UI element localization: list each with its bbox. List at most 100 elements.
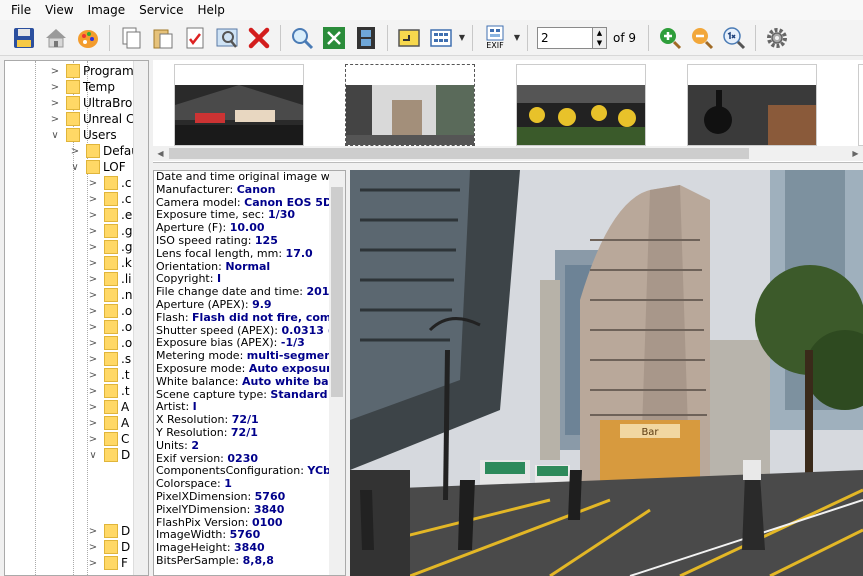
tree-node[interactable]: > .li (87, 271, 131, 287)
tree-node[interactable]: > UltraBrow (49, 95, 142, 111)
main-image-view[interactable]: Bar (350, 170, 863, 576)
tree-node[interactable]: > .o (87, 335, 132, 351)
menu-service[interactable]: Service (132, 0, 190, 20)
tree-node[interactable]: > .c (87, 191, 131, 207)
folder-icon (104, 224, 118, 238)
preview-button[interactable] (212, 23, 242, 53)
expand-chevron-icon[interactable]: > (87, 290, 99, 301)
actual-size-button[interactable] (719, 23, 749, 53)
scroll-left-icon[interactable]: ◀ (153, 146, 168, 161)
thumbnail-1[interactable] (174, 64, 304, 146)
thumbnail-4[interactable] (687, 64, 817, 146)
tree-node[interactable]: > .c (87, 175, 131, 191)
exif-dropdown[interactable]: ▼ (512, 23, 522, 53)
tree-node[interactable]: > Unreal Co (49, 111, 142, 127)
expand-chevron-icon[interactable]: > (49, 66, 61, 77)
tree-node[interactable]: > C (87, 431, 129, 447)
tree-node[interactable]: > .o (87, 303, 132, 319)
spin-down-icon[interactable]: ▼ (593, 38, 606, 48)
checklist-button[interactable] (180, 23, 210, 53)
tree-node[interactable]: > .g (87, 223, 132, 239)
menu-file[interactable]: File (4, 0, 38, 20)
page-spinner[interactable]: ▲ ▼ (593, 26, 607, 49)
tree-node[interactable]: > .g (87, 239, 132, 255)
tree-node[interactable]: > A (87, 415, 129, 431)
expand-chevron-icon[interactable]: > (87, 542, 99, 553)
tree-node[interactable]: > Defau (69, 143, 139, 159)
tree-node[interactable]: > A (87, 399, 129, 415)
spin-up-icon[interactable]: ▲ (593, 28, 606, 38)
view-mode-button[interactable] (426, 23, 456, 53)
tree-node[interactable]: > F (87, 555, 128, 571)
collapse-chevron-icon[interactable]: ∨ (87, 450, 99, 461)
expand-chevron-icon[interactable]: > (87, 306, 99, 317)
expand-chevron-icon[interactable]: > (49, 82, 61, 93)
thumbnail-2-selected[interactable] (345, 64, 475, 146)
tree-node[interactable]: > .s (87, 351, 131, 367)
expand-chevron-icon[interactable]: > (87, 226, 99, 237)
tree-node[interactable]: > .k (87, 255, 132, 271)
tree-node[interactable]: > .t (87, 367, 130, 383)
tree-node[interactable]: > .t (87, 383, 130, 399)
expand-chevron-icon[interactable]: > (87, 402, 99, 413)
home-button[interactable] (41, 23, 71, 53)
exif-button[interactable]: EXIF (478, 23, 512, 53)
save-button[interactable] (9, 23, 39, 53)
exif-scrollbar[interactable] (329, 171, 345, 575)
delete-button[interactable] (244, 23, 274, 53)
expand-chevron-icon[interactable]: > (87, 274, 99, 285)
tree-node[interactable]: > D (87, 523, 130, 539)
folder-tree[interactable]: > ProgramD > Temp > UltraBrow > Unreal Co ∨ Users… (4, 60, 149, 576)
view-mode-dropdown[interactable]: ▼ (457, 23, 467, 53)
expand-chevron-icon[interactable]: > (49, 98, 61, 109)
page-number-input[interactable] (537, 26, 593, 49)
tree-node[interactable]: > .e (87, 207, 132, 223)
expand-chevron-icon[interactable]: > (69, 146, 81, 157)
expand-chevron-icon[interactable]: > (87, 386, 99, 397)
expand-chevron-icon[interactable]: > (87, 558, 99, 569)
tree-node[interactable]: ∨ Users (49, 127, 117, 143)
thumbnail-5[interactable] (858, 64, 863, 146)
zoom-in-button[interactable] (655, 23, 685, 53)
tree-node[interactable]: > Temp (49, 79, 115, 95)
menu-help[interactable]: Help (191, 0, 232, 20)
tree-node[interactable]: > ProgramD (49, 63, 143, 79)
tree-node[interactable]: > .o (87, 319, 132, 335)
expand-chevron-icon[interactable]: > (87, 178, 99, 189)
expand-chevron-icon[interactable]: > (87, 258, 99, 269)
thumbnail-3[interactable] (516, 64, 646, 146)
fit-to-screen-button[interactable] (319, 23, 349, 53)
thumbnail-scrollbar[interactable]: ◀ ▶ (153, 146, 863, 161)
palette-button[interactable] (73, 23, 103, 53)
slideshow-button[interactable] (394, 23, 424, 53)
zoom-out-button[interactable] (687, 23, 717, 53)
expand-chevron-icon[interactable]: > (87, 354, 99, 365)
paste-button[interactable] (148, 23, 178, 53)
menu-view[interactable]: View (38, 0, 80, 20)
copy-button[interactable] (116, 23, 146, 53)
expand-chevron-icon[interactable]: > (87, 242, 99, 253)
expand-chevron-icon[interactable]: > (87, 210, 99, 221)
filmstrip-button[interactable] (351, 23, 381, 53)
collapse-chevron-icon[interactable]: ∨ (49, 130, 61, 141)
expand-chevron-icon[interactable]: > (87, 434, 99, 445)
tree-node[interactable]: ∨ D (87, 447, 130, 463)
expand-chevron-icon[interactable]: > (87, 370, 99, 381)
expand-chevron-icon[interactable]: > (49, 114, 61, 125)
expand-chevron-icon[interactable]: > (87, 322, 99, 333)
tree-node[interactable]: > D (87, 539, 130, 555)
scroll-thumb[interactable] (169, 148, 749, 159)
collapse-chevron-icon[interactable]: ∨ (69, 162, 81, 173)
tree-node[interactable]: ∨ LOF (69, 159, 126, 175)
expand-chevron-icon[interactable]: > (87, 526, 99, 537)
expand-chevron-icon[interactable]: > (87, 338, 99, 349)
scroll-right-icon[interactable]: ▶ (848, 146, 863, 161)
zoom-search-button[interactable] (287, 23, 317, 53)
tree-scrollbar[interactable] (133, 61, 148, 575)
expand-chevron-icon[interactable]: > (87, 194, 99, 205)
settings-button[interactable] (762, 23, 792, 53)
scroll-thumb[interactable] (331, 187, 343, 397)
tree-node[interactable]: > .n (87, 287, 132, 303)
menu-image[interactable]: Image (81, 0, 133, 20)
expand-chevron-icon[interactable]: > (87, 418, 99, 429)
